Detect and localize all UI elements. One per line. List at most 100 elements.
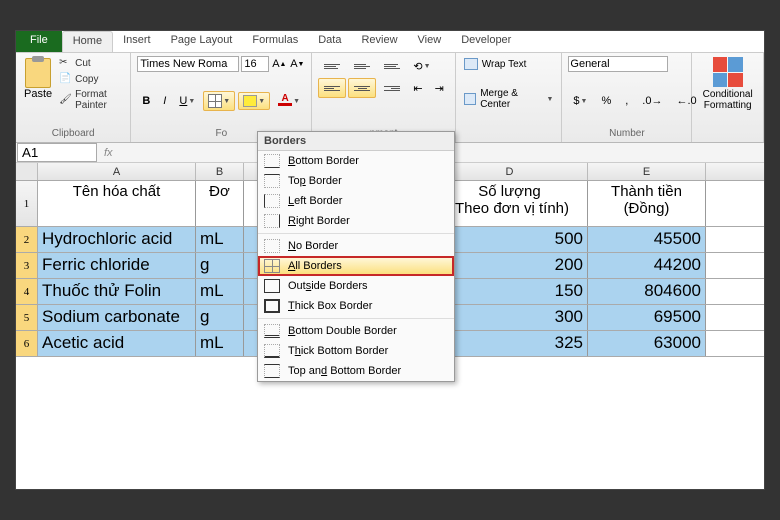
format-painter-button[interactable]: 🖌Format Painter <box>58 88 124 112</box>
tab-file[interactable]: File <box>16 31 62 52</box>
menu-outside-borders[interactable]: Outside Borders <box>258 276 454 296</box>
menu-left-border[interactable]: Left Border <box>258 191 454 211</box>
cell[interactable]: 44200 <box>588 253 706 278</box>
cell[interactable]: 804600 <box>588 279 706 304</box>
cell[interactable]: 63000 <box>588 331 706 356</box>
menu-thick-box-border[interactable]: Thick Box Border <box>258 296 454 316</box>
comma-button[interactable]: , <box>620 92 633 110</box>
align-left-button[interactable] <box>318 78 346 98</box>
indent-dec-button[interactable]: ⇤ <box>408 78 427 98</box>
borders-button[interactable]: ▼ <box>203 91 235 111</box>
fill-color-button[interactable]: ▼ <box>238 92 270 110</box>
tab-data[interactable]: Data <box>308 31 351 52</box>
number-label: Number <box>568 128 685 139</box>
paste-button[interactable]: Paste <box>22 56 54 112</box>
cell[interactable]: Sodium carbonate <box>38 305 196 330</box>
col-header-b[interactable]: B <box>196 163 244 180</box>
row-header[interactable]: 3 <box>16 253 38 278</box>
tab-formulas[interactable]: Formulas <box>242 31 308 52</box>
indent-inc-button[interactable]: ⇥ <box>430 78 449 98</box>
cut-button[interactable]: ✂Cut <box>58 56 124 70</box>
font-size-select[interactable] <box>241 56 269 72</box>
menu-right-border[interactable]: Right Border <box>258 211 454 231</box>
col-header-e[interactable]: E <box>588 163 706 180</box>
cell[interactable]: Thành tiền(Đồng) <box>588 181 706 226</box>
row-header[interactable]: 6 <box>16 331 38 356</box>
col-header-d[interactable]: D <box>432 163 588 180</box>
no-border-icon <box>264 239 280 253</box>
align-middle-button[interactable] <box>348 56 376 76</box>
row-header[interactable]: 5 <box>16 305 38 330</box>
italic-button[interactable]: I <box>158 92 171 110</box>
tab-review[interactable]: Review <box>351 31 407 52</box>
cell[interactable]: Số lượng(Theo đơn vị tính) <box>432 181 588 226</box>
conditional-formatting-button[interactable]: Conditional Formatting <box>698 57 757 111</box>
menu-bottom-double-border[interactable]: Bottom Double Border <box>258 321 454 341</box>
cell[interactable]: Đơ <box>196 181 244 226</box>
cell[interactable]: Hydrochloric acid <box>38 227 196 252</box>
group-number: $▼ % , .0→ ←.0 Number <box>562 53 692 142</box>
top-bottom-icon <box>264 364 280 378</box>
menu-top-border[interactable]: Top Border <box>258 171 454 191</box>
cell[interactable]: Ferric chloride <box>38 253 196 278</box>
name-box[interactable] <box>17 143 97 162</box>
cell[interactable]: 325 <box>432 331 588 356</box>
cell[interactable]: Acetic acid <box>38 331 196 356</box>
cell[interactable]: g <box>196 305 244 330</box>
copy-button[interactable]: 📄Copy <box>58 72 124 86</box>
grow-font-button[interactable]: A▲ <box>271 56 287 72</box>
align-center-button[interactable] <box>348 78 376 98</box>
font-color-button[interactable]: ▼ <box>273 91 305 111</box>
wrap-icon <box>464 58 478 70</box>
currency-button[interactable]: $▼ <box>568 92 592 110</box>
menu-all-borders[interactable]: All Borders <box>258 256 454 276</box>
row-header[interactable]: 4 <box>16 279 38 304</box>
wrap-text-button[interactable]: Wrap Text <box>462 56 556 72</box>
cell[interactable]: mL <box>196 331 244 356</box>
percent-button[interactable]: % <box>596 92 616 110</box>
align-top-button[interactable] <box>318 56 346 76</box>
row-header[interactable]: 2 <box>16 227 38 252</box>
font-name-select[interactable] <box>137 56 239 72</box>
cell[interactable]: 500 <box>432 227 588 252</box>
cell[interactable]: mL <box>196 279 244 304</box>
left-border-icon <box>264 194 280 208</box>
brush-icon: 🖌 <box>59 94 71 106</box>
tab-page-layout[interactable]: Page Layout <box>161 31 243 52</box>
merge-icon <box>464 93 476 105</box>
ribbon-tabs: File Home Insert Page Layout Formulas Da… <box>16 31 764 53</box>
excel-window: File Home Insert Page Layout Formulas Da… <box>15 30 765 490</box>
inc-decimal-button[interactable]: .0→ <box>637 92 667 110</box>
menu-thick-bottom-border[interactable]: Thick Bottom Border <box>258 341 454 361</box>
orientation-button[interactable]: ⟲▼ <box>408 56 435 76</box>
menu-bottom-border[interactable]: Bottom Border <box>258 151 454 171</box>
menu-top-and-bottom-border[interactable]: Top and Bottom Border <box>258 361 454 381</box>
cell[interactable]: 45500 <box>588 227 706 252</box>
shrink-font-button[interactable]: A▼ <box>289 56 305 72</box>
tab-view[interactable]: View <box>408 31 452 52</box>
group-font: A▲ A▼ B I U▼ ▼ ▼ ▼ Fo <box>131 53 312 142</box>
align-right-button[interactable] <box>378 78 406 98</box>
bold-button[interactable]: B <box>137 92 155 110</box>
select-all-corner[interactable] <box>16 163 38 180</box>
underline-button[interactable]: U▼ <box>174 92 200 110</box>
tab-developer[interactable]: Developer <box>451 31 521 52</box>
menu-no-border[interactable]: No Border <box>258 236 454 256</box>
number-format-select[interactable] <box>568 56 668 72</box>
cell[interactable]: 69500 <box>588 305 706 330</box>
row-header[interactable]: 1 <box>16 181 38 226</box>
cell[interactable]: 200 <box>432 253 588 278</box>
menu-title: Borders <box>258 132 454 151</box>
merge-center-button[interactable]: Merge & Center▼ <box>462 86 556 112</box>
col-header-a[interactable]: A <box>38 163 196 180</box>
group-clipboard: Paste ✂Cut 📄Copy 🖌Format Painter Clipboa… <box>16 53 131 142</box>
cell[interactable]: 150 <box>432 279 588 304</box>
tab-home[interactable]: Home <box>62 31 113 52</box>
cell[interactable]: Tên hóa chất <box>38 181 196 226</box>
cell[interactable]: mL <box>196 227 244 252</box>
cell[interactable]: Thuốc thử Folin <box>38 279 196 304</box>
cell[interactable]: g <box>196 253 244 278</box>
tab-insert[interactable]: Insert <box>113 31 161 52</box>
align-bottom-button[interactable] <box>378 56 406 76</box>
cell[interactable]: 300 <box>432 305 588 330</box>
